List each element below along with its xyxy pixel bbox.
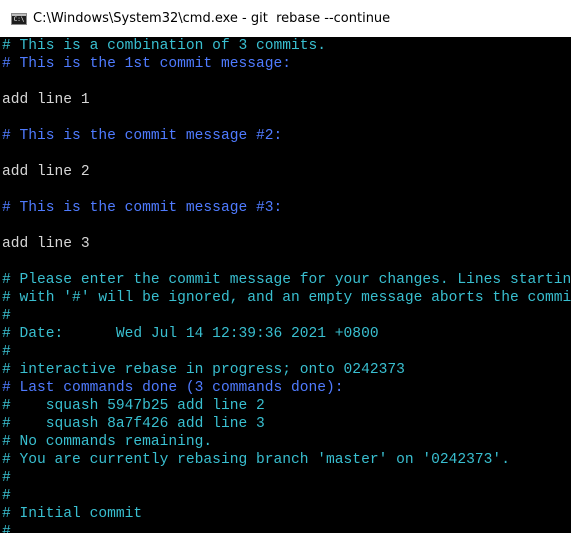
title-bar[interactable]: C:\ C:\Windows\System32\cmd.exe - git re… [0,0,571,37]
console-line: # interactive rebase in progress; onto 0… [2,362,405,378]
console-line: add line 3 [2,236,90,252]
console-line: # [2,344,11,360]
cmd-console-icon: C:\ [11,12,27,25]
console-line: # with '#' will be ignored, and an empty… [2,290,571,306]
console-line: # No commands remaining. [2,434,213,450]
console-line: # [2,470,11,486]
console-line: add line 2 [2,164,90,180]
console-line: # Last commands done (3 commands done): [2,380,344,396]
console-line: # [2,524,11,533]
console-line: # This is the commit message #3: [2,200,283,216]
console-line: # This is a combination of 3 commits. [2,38,327,54]
console-line: add line 1 [2,92,90,108]
console-line: # This is the commit message #2: [2,128,283,144]
cmd-window: C:\ C:\Windows\System32\cmd.exe - git re… [0,0,571,533]
console-line: # [2,488,11,504]
window-title: C:\Windows\System32\cmd.exe - git rebase… [33,11,391,26]
console-line: # squash 8a7f426 add line 3 [2,416,265,432]
console-line: # Initial commit [2,506,143,522]
console-line: # Please enter the commit message for yo… [2,272,571,288]
console-output[interactable]: # This is a combination of 3 commits. # T… [2,37,571,533]
console-line: # [2,308,11,324]
console-line: # You are currently rebasing branch 'mas… [2,452,510,468]
console-line: # Date: Wed Jul 14 12:39:36 2021 +0800 [2,326,379,342]
console-line: # squash 5947b25 add line 2 [2,398,265,414]
console-line: # This is the 1st commit message: [2,56,292,72]
